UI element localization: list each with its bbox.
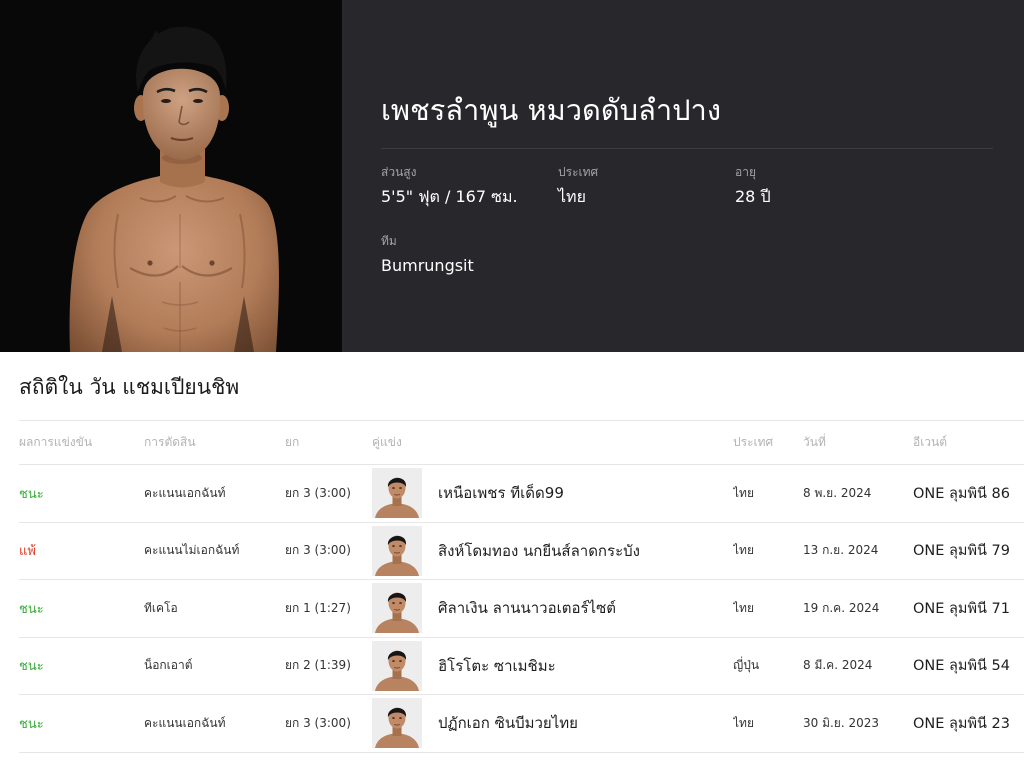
table-row: ชนะ ทีเคโอ ยก 1 (1:27) ศิลาเงิน ลานนาวอเ… xyxy=(19,580,1024,638)
column-header-country: ประเทศ xyxy=(733,435,774,449)
event-link[interactable]: ONE ลุมพินี 79 xyxy=(913,523,1024,580)
column-header-opponent: คู่แข่ง xyxy=(372,435,402,449)
fighter-photo xyxy=(0,0,342,352)
opponent-country: ไทย xyxy=(733,543,754,558)
table-row: ชนะ คะแนนเอกฉันท์ ยก 3 (3:00) ปฏักเอก ซิ… xyxy=(19,695,1024,753)
opponent-cell: เหนือเพชร ทีเด็ด99 xyxy=(372,465,733,522)
opponent-country: ไทย xyxy=(733,485,754,500)
column-header-round: ยก xyxy=(285,435,300,449)
opponent-cell: ฮิโรโตะ ซาเมชิมะ xyxy=(372,638,733,695)
opponent-avatar[interactable] xyxy=(372,583,422,633)
opponent-country: ญี่ปุ่น xyxy=(733,658,760,673)
opponent-avatar[interactable] xyxy=(372,468,422,518)
opponent-name[interactable]: เหนือเพชร ทีเด็ด99 xyxy=(438,481,564,505)
opponent-country: ไทย xyxy=(733,600,754,615)
opponent-name[interactable]: ศิลาเงิน ลานนาวอเตอร์ไซต์ xyxy=(438,596,616,620)
record-section: สถิติใน วัน แชมเปียนชิพ ผลการแข่งขัน การ… xyxy=(0,352,1024,768)
section-title: สถิติใน วัน แชมเปียนชิพ xyxy=(19,375,240,399)
fight-round: ยก 1 (1:27) xyxy=(285,600,351,615)
fight-round: ยก 3 (3:00) xyxy=(285,485,351,500)
table-header-row: ผลการแข่งขัน การตัดสิน ยก คู่แข่ง ประเทศ… xyxy=(19,421,1024,465)
fight-method: น็อกเอาต์ xyxy=(144,658,193,673)
opponent-name[interactable]: ฮิโรโตะ ซาเมชิมะ xyxy=(438,654,556,678)
fight-method: ทีเคโอ xyxy=(144,600,178,615)
stat-age-label: อายุ xyxy=(735,165,756,179)
fight-date: 13 ก.ย. 2024 xyxy=(803,543,879,558)
table-row: ชนะ น็อกเอาต์ ยก 2 (1:39) ฮิโรโตะ ซาเมชิ… xyxy=(19,638,1024,695)
fight-result: ชนะ xyxy=(19,659,44,675)
opponent-avatar[interactable] xyxy=(372,526,422,576)
stat-country: ประเทศ ไทย xyxy=(558,164,735,207)
fight-round: ยก 2 (1:39) xyxy=(285,658,351,673)
opponent-cell: ปฏักเอก ซินบีมวยไทย xyxy=(372,695,733,752)
fight-record-table: ผลการแข่งขัน การตัดสิน ยก คู่แข่ง ประเทศ… xyxy=(19,420,1024,753)
stat-height: ส่วนสูง 5'5" ฟุต / 167 ซม. xyxy=(381,164,558,207)
opponent-avatar[interactable] xyxy=(372,698,422,748)
opponent-name[interactable]: ปฏักเอก ซินบีมวยไทย xyxy=(438,711,578,735)
fight-method: คะแนนเอกฉันท์ xyxy=(144,485,226,500)
fight-result: ชนะ xyxy=(19,601,44,617)
fight-result: ชนะ xyxy=(19,716,44,732)
fight-result: แพ้ xyxy=(19,544,36,560)
stat-team-value: Bumrungsit xyxy=(381,256,474,275)
fighter-hero: เพชรลำพูน หมวดดับลำปาง ส่วนสูง 5'5" ฟุต … xyxy=(0,0,1024,352)
stat-height-value: 5'5" ฟุต / 167 ซม. xyxy=(381,187,518,206)
opponent-cell: สิงห์โดมทอง นกยีนส์ลาดกระบัง xyxy=(372,523,733,580)
event-link[interactable]: ONE ลุมพินี 71 xyxy=(913,580,1024,637)
column-header-method: การตัดสิน xyxy=(144,435,196,449)
event-link[interactable]: ONE ลุมพินี 23 xyxy=(913,695,1024,752)
fight-result: ชนะ xyxy=(19,486,44,502)
table-row: ชนะ คะแนนเอกฉันท์ ยก 3 (3:00) เหนือเพชร … xyxy=(19,465,1024,523)
event-link[interactable]: ONE ลุมพินี 86 xyxy=(913,465,1024,522)
stat-age-value: 28 ปี xyxy=(735,187,771,206)
column-header-event: อีเวนต์ xyxy=(913,435,948,449)
fight-method: คะแนนไม่เอกฉันท์ xyxy=(144,543,240,558)
stat-age: อายุ 28 ปี xyxy=(735,164,912,207)
opponent-avatar[interactable] xyxy=(372,641,422,691)
opponent-name[interactable]: สิงห์โดมทอง นกยีนส์ลาดกระบัง xyxy=(438,539,640,563)
divider xyxy=(381,148,993,149)
column-header-result: ผลการแข่งขัน xyxy=(19,435,93,449)
fighter-info-panel: เพชรลำพูน หมวดดับลำปาง ส่วนสูง 5'5" ฟุต … xyxy=(342,0,1024,352)
fight-date: 8 พ.ย. 2024 xyxy=(803,485,872,500)
stat-team: ทีม Bumrungsit xyxy=(381,233,558,276)
stat-team-label: ทีม xyxy=(381,234,397,248)
stat-country-label: ประเทศ xyxy=(558,165,599,179)
fight-round: ยก 3 (3:00) xyxy=(285,715,351,730)
fight-date: 30 มิ.ย. 2023 xyxy=(803,715,880,730)
fighter-name: เพชรลำพูน หมวดดับลำปาง xyxy=(381,93,721,127)
fight-date: 8 มี.ค. 2024 xyxy=(803,658,873,673)
opponent-cell: ศิลาเงิน ลานนาวอเตอร์ไซต์ xyxy=(372,580,733,637)
fight-round: ยก 3 (3:00) xyxy=(285,543,351,558)
event-link[interactable]: ONE ลุมพินี 54 xyxy=(913,638,1024,695)
fight-method: คะแนนเอกฉันท์ xyxy=(144,715,226,730)
fight-date: 19 ก.ค. 2024 xyxy=(803,600,880,615)
stat-country-value: ไทย xyxy=(558,187,586,206)
opponent-country: ไทย xyxy=(733,715,754,730)
column-header-date: วันที่ xyxy=(803,435,826,449)
stat-height-label: ส่วนสูง xyxy=(381,165,417,179)
table-row: แพ้ คะแนนไม่เอกฉันท์ ยก 3 (3:00) สิงห์โด… xyxy=(19,523,1024,580)
